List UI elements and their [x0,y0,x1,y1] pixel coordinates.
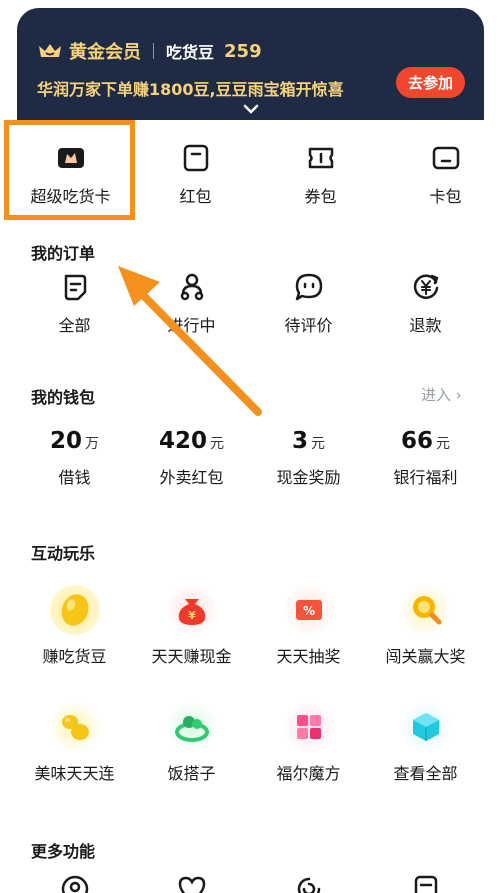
svg-text:¥: ¥ [188,609,196,622]
fun-label: 福尔魔方 [276,764,341,783]
fun-label: 饭搭子 [167,764,216,783]
fun-label: 查看全部 [393,764,458,783]
wallet-value: 420 [158,428,207,454]
coupon-icon [308,147,333,169]
wallet-label: 借钱 [58,468,91,487]
money-bag-icon: ¥ [166,585,217,635]
svg-text:%: % [302,604,314,618]
heart-icon [178,876,205,893]
fun-label: 天天抽奖 [276,647,341,666]
view-all-icon [400,702,451,752]
highlight-box [4,120,135,220]
card-label: 券包 [304,187,337,206]
wallet-value-row: 20 万 [16,428,133,454]
fun-title: 互动玩乐 [31,544,96,563]
wallet-label: 银行福利 [393,468,458,487]
join-button[interactable]: 去参加 [396,67,465,98]
card-label: 红包 [179,187,212,206]
card-red-packet[interactable]: 红包 [141,130,250,210]
wallet-value: 20 [49,428,82,454]
more-item[interactable] [133,874,250,893]
order-label: 全部 [58,316,91,335]
orders-title: 我的订单 [31,244,96,263]
wallet-item-bank[interactable]: 66 元 银行福利 [367,428,484,488]
fun-item[interactable]: 闯关赢大奖 [367,585,484,667]
order-label: 待评价 [284,316,333,335]
wallet-unit: 元 [436,436,450,452]
beans-label: 吃货豆 [166,43,215,62]
spiral-icon [297,877,320,893]
card-coupon[interactable]: 券包 [266,130,375,210]
member-header: 黄金会员 吃货豆 259 [37,38,262,64]
wallet-unit: 元 [311,436,325,452]
wallet-label: 外卖红包 [159,468,224,487]
fun-item[interactable]: 查看全部 [367,702,484,784]
order-all[interactable]: 全部 [16,272,133,336]
fun-item[interactable]: 福尔魔方 [250,702,367,784]
wallet-title: 我的钱包 [31,388,96,407]
order-review[interactable]: 待评价 [250,272,367,336]
card-wallet[interactable]: 卡包 [391,130,500,210]
review-icon [295,273,322,301]
fun-label: 天天赚现金 [151,647,232,666]
more-grid [16,874,484,893]
order-refund[interactable]: 退款 [367,272,484,336]
more-item[interactable] [367,874,484,893]
lottery-icon: % [283,585,334,635]
partner-icon [166,702,217,752]
wallet-label: 现金奖励 [276,468,341,487]
wallet-value-row: 3元 [250,428,367,454]
wallet-value: 3 [291,428,308,454]
more-item[interactable] [16,874,133,893]
fun-label: 闯关赢大奖 [385,647,466,666]
fun-item[interactable]: 美味天天连 [16,702,133,784]
card-wallet-icon [432,146,459,170]
fun-item[interactable]: ¥ 天天赚现金 [133,585,250,667]
orders-grid: 全部 进行中 待评价 退款 [16,272,484,336]
wallet-item-red-packet[interactable]: 420 元 外卖红包 [133,428,250,488]
wallet-grid: 20 万 借钱 420 元 外卖红包 3元 现金奖励 66 元 银行福利 [16,428,484,488]
refund-icon [413,274,438,299]
promo-text: 华润万家下单赚1800豆,豆豆雨宝箱开惊喜 [37,80,344,99]
rider-icon [180,273,203,301]
bean-icon [49,585,100,635]
fun-item[interactable]: % 天天抽奖 [250,585,367,667]
chevron-down-icon[interactable] [242,103,260,115]
wallet-value-row: 66 元 [367,428,484,454]
fun-item[interactable]: 赚吃货豆 [16,585,133,667]
cube-icon [283,702,334,752]
fun-label: 赚吃货豆 [42,647,107,666]
crown-icon [39,44,61,57]
order-in-progress[interactable]: 进行中 [133,272,250,336]
red-packet-icon [183,144,208,172]
wallet-item-loan[interactable]: 20 万 借钱 [16,428,133,488]
fun-label: 美味天天连 [34,764,115,783]
wallet-enter-link[interactable]: 进入 › [421,384,462,405]
fun-grid-row1: 赚吃货豆 ¥ 天天赚现金 % 天天抽奖 闯关赢大奖 [16,585,484,667]
wallet-unit: 元 [210,436,224,452]
beans-count: 259 [224,40,262,62]
all-orders-icon [64,274,86,301]
magnifier-prize-icon [400,585,451,635]
match-game-icon [49,702,100,752]
more-title: 更多功能 [31,842,96,861]
wallet-unit: 万 [85,436,99,452]
member-title: 黄金会员 [69,42,141,63]
card-label: 卡包 [429,187,462,206]
wallet-item-cash-reward[interactable]: 3元 现金奖励 [250,428,367,488]
wallet-value: 66 [400,428,433,454]
member-banner[interactable]: 黄金会员 吃货豆 259 华润万家下单赚1800豆,豆豆雨宝箱开惊喜 去参加 [17,8,484,120]
order-label: 退款 [409,316,442,335]
fun-grid-row2: 美味天天连 饭搭子 福尔魔方 查看全部 [16,702,484,784]
divider [153,43,154,59]
document-icon [414,875,437,893]
more-item[interactable] [250,874,367,893]
order-label: 进行中 [167,316,216,335]
wallet-value-row: 420 元 [133,428,250,454]
location-icon [61,875,88,893]
fun-item[interactable]: 饭搭子 [133,702,250,784]
